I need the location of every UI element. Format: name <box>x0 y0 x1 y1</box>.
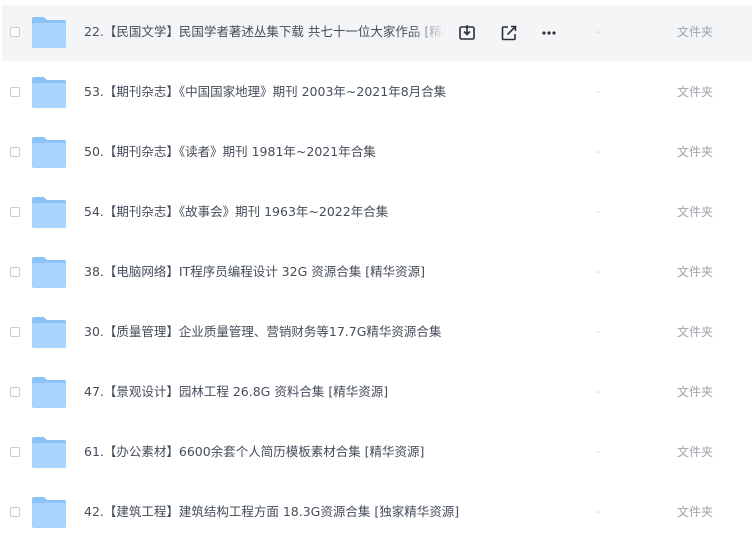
file-name[interactable]: 38.【电脑网络】IT程序员编程设计 32G 资源合集 [精华资源] <box>84 263 425 281</box>
folder-icon <box>32 137 66 168</box>
file-name[interactable]: 61.【办公素材】6600余套个人简历模板素材合集 [精华资源] <box>84 443 424 461</box>
file-name[interactable]: 50.【期刊杂志】《读者》期刊 1981年~2021年合集 <box>84 143 376 161</box>
row-checkbox[interactable] <box>10 447 20 457</box>
file-type: 文件夹 <box>677 25 714 39</box>
file-name[interactable]: 53.【期刊杂志】《中国国家地理》期刊 2003年~2021年8月合集 <box>84 83 446 101</box>
file-size: - <box>596 325 600 338</box>
download-icon[interactable] <box>457 23 477 43</box>
row-checkbox[interactable] <box>10 327 20 337</box>
file-name[interactable]: 42.【建筑工程】建筑结构工程方面 18.3G资源合集 [独家精华资源] <box>84 503 459 521</box>
file-row[interactable]: 42.【建筑工程】建筑结构工程方面 18.3G资源合集 [独家精华资源] - 文… <box>2 485 752 541</box>
file-type: 文件夹 <box>677 505 714 519</box>
file-size: - <box>596 145 600 158</box>
file-list: 22.【民国文学】民国学者著述丛集下载 共七十一位大家作品 [精华资源] - 文… <box>0 0 754 540</box>
file-size: - <box>596 265 600 278</box>
file-row[interactable]: 61.【办公素材】6600余套个人简历模板素材合集 [精华资源] - 文件夹 <box>2 425 752 481</box>
file-size: - <box>596 205 600 218</box>
more-icon[interactable] <box>539 23 559 43</box>
row-checkbox[interactable] <box>10 267 20 277</box>
folder-icon <box>32 197 66 228</box>
file-type: 文件夹 <box>677 445 714 459</box>
file-row[interactable]: 54.【期刊杂志】《故事会》期刊 1963年~2022年合集 - 文件夹 <box>2 185 752 241</box>
file-row[interactable]: 30.【质量管理】企业质量管理、营销财务等17.7G精华资源合集 - 文件夹 <box>2 305 752 361</box>
file-type: 文件夹 <box>677 145 714 159</box>
file-name[interactable]: 47.【景观设计】园林工程 26.8G 资料合集 [精华资源] <box>84 383 388 401</box>
row-checkbox[interactable] <box>10 507 20 517</box>
folder-icon <box>32 317 66 348</box>
folder-icon <box>32 377 66 408</box>
folder-icon <box>32 257 66 288</box>
folder-icon <box>32 77 66 108</box>
folder-icon <box>32 497 66 528</box>
row-checkbox[interactable] <box>10 147 20 157</box>
row-checkbox[interactable] <box>10 27 20 37</box>
share-icon[interactable] <box>499 23 519 43</box>
row-checkbox[interactable] <box>10 87 20 97</box>
file-size: - <box>596 85 600 98</box>
file-row[interactable]: 38.【电脑网络】IT程序员编程设计 32G 资源合集 [精华资源] - 文件夹 <box>2 245 752 301</box>
file-type: 文件夹 <box>677 325 714 339</box>
folder-icon <box>32 437 66 468</box>
file-type: 文件夹 <box>677 385 714 399</box>
file-size: - <box>596 505 600 518</box>
folder-icon <box>32 17 66 48</box>
file-size: - <box>596 445 600 458</box>
file-row[interactable]: 47.【景观设计】园林工程 26.8G 资料合集 [精华资源] - 文件夹 <box>2 365 752 421</box>
file-size: - <box>596 385 600 398</box>
file-type: 文件夹 <box>677 265 714 279</box>
file-row[interactable]: 22.【民国文学】民国学者著述丛集下载 共七十一位大家作品 [精华资源] - 文… <box>2 5 752 61</box>
file-type: 文件夹 <box>677 205 714 219</box>
file-name[interactable]: 30.【质量管理】企业质量管理、营销财务等17.7G精华资源合集 <box>84 323 441 341</box>
row-checkbox[interactable] <box>10 387 20 397</box>
file-row[interactable]: 50.【期刊杂志】《读者》期刊 1981年~2021年合集 - 文件夹 <box>2 125 752 181</box>
file-name[interactable]: 22.【民国文学】民国学者著述丛集下载 共七十一位大家作品 [精华资源] <box>84 23 446 41</box>
file-row[interactable]: 53.【期刊杂志】《中国国家地理》期刊 2003年~2021年8月合集 - 文件… <box>2 65 752 121</box>
file-name[interactable]: 54.【期刊杂志】《故事会》期刊 1963年~2022年合集 <box>84 203 388 221</box>
row-checkbox[interactable] <box>10 207 20 217</box>
file-type: 文件夹 <box>677 85 714 99</box>
file-size: - <box>596 25 600 38</box>
